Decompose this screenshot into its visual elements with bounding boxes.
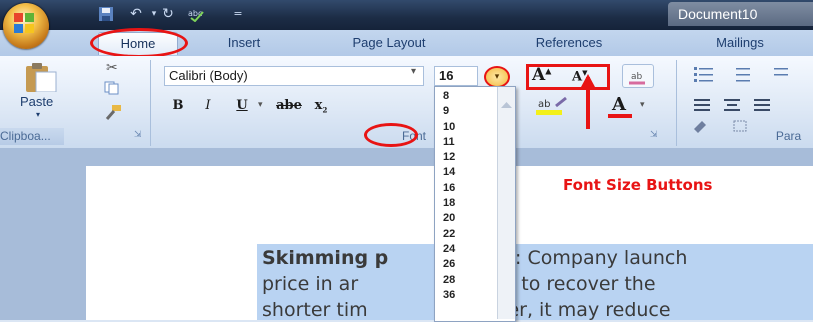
tab-insert[interactable]: Insert xyxy=(214,32,274,54)
document-line-1[interactable]: Skimming p xyxy=(262,246,388,270)
paste-dropdown-icon[interactable]: ▾ xyxy=(36,110,40,119)
font-label-annotation-oval xyxy=(364,123,418,147)
tab-mailings[interactable]: Mailings xyxy=(698,32,782,54)
alignment-buttons[interactable] xyxy=(690,96,810,116)
svg-text:ab: ab xyxy=(631,72,643,82)
font-size-option[interactable]: 24 xyxy=(435,242,495,257)
bold-button[interactable]: B xyxy=(168,96,188,116)
font-size-option[interactable]: 28 xyxy=(435,273,495,288)
save-icon[interactable] xyxy=(98,6,114,22)
font-size-option[interactable]: 11 xyxy=(435,135,495,150)
group-separator xyxy=(676,60,677,146)
font-size-options: 8 9 10 11 12 14 16 18 20 22 24 26 28 36 xyxy=(435,89,495,303)
font-size-buttons-annotation: Font Size Buttons xyxy=(563,176,713,194)
font-color-swatch xyxy=(608,114,632,118)
tab-page-layout[interactable]: Page Layout xyxy=(332,32,446,54)
font-size-option[interactable]: 12 xyxy=(435,150,495,165)
scissors-icon[interactable]: ✂ xyxy=(106,60,118,76)
font-size-option[interactable]: 9 xyxy=(435,104,495,119)
svg-text:abc: abc xyxy=(188,9,202,18)
strikethrough-button[interactable]: abe xyxy=(272,96,306,116)
font-dialog-launcher-icon[interactable]: ⇲ xyxy=(650,130,658,140)
document-line-3-end[interactable]: ter, it may reduce xyxy=(500,298,671,322)
font-size-option[interactable]: 36 xyxy=(435,288,495,303)
dropdown-scrollbar[interactable] xyxy=(497,87,515,319)
font-name-value: Calibri (Body) xyxy=(169,68,248,83)
underline-dropdown-icon[interactable]: ▾ xyxy=(258,100,263,110)
font-size-option[interactable]: 20 xyxy=(435,211,495,226)
paragraph-group-label: Para xyxy=(775,129,802,143)
font-size-dropdown-button[interactable]: ▾ xyxy=(484,66,510,88)
font-size-option[interactable]: 14 xyxy=(435,165,495,180)
tab-references[interactable]: References xyxy=(516,32,622,54)
font-name-dropdown-icon[interactable]: ▾ xyxy=(411,66,416,77)
clipboard-group-label: Clipboa... xyxy=(0,128,64,145)
customize-qat-icon[interactable]: = xyxy=(230,6,246,22)
document-line-3[interactable]: shorter tim xyxy=(262,298,368,322)
document-line-2-end[interactable]: rt to recover the xyxy=(500,272,656,296)
font-size-option[interactable]: 22 xyxy=(435,227,495,242)
redo-icon[interactable]: ↻ xyxy=(160,6,176,22)
font-size-option[interactable]: 10 xyxy=(435,120,495,135)
highlight-button[interactable]: ab xyxy=(536,96,572,116)
svg-text:ab: ab xyxy=(538,99,550,110)
font-size-option[interactable]: 26 xyxy=(435,257,495,272)
document-line-2[interactable]: price in ar xyxy=(262,272,358,296)
group-separator xyxy=(150,60,151,146)
copy-icon[interactable] xyxy=(104,80,120,95)
document-line-1-end[interactable]: g: Company launch xyxy=(503,246,687,270)
undo-icon[interactable]: ↶ xyxy=(128,6,144,22)
clear-formatting-icon: ab xyxy=(629,72,645,85)
clear-formatting-button[interactable]: ab xyxy=(622,64,654,88)
scroll-up-icon[interactable] xyxy=(501,93,512,108)
doc-bold-text: Skimming p xyxy=(262,247,389,269)
grow-font-label: A xyxy=(532,65,546,85)
font-color-label: A xyxy=(612,94,626,115)
font-size-combo[interactable]: 16 xyxy=(434,66,478,86)
clipboard-dialog-launcher-icon[interactable]: ⇲ xyxy=(134,130,142,140)
list-buttons[interactable] xyxy=(690,64,810,84)
font-color-button[interactable]: A xyxy=(612,94,626,115)
office-logo-icon xyxy=(14,13,34,33)
annotation-arrow xyxy=(580,73,596,129)
font-size-option[interactable]: 8 xyxy=(435,89,495,104)
paste-button[interactable]: Paste xyxy=(20,94,53,109)
font-size-dropdown-list[interactable]: 8 9 10 11 12 14 16 18 20 22 24 26 28 36 xyxy=(434,86,516,322)
home-tab-annotation-oval xyxy=(90,28,188,58)
font-size-option[interactable]: 16 xyxy=(435,181,495,196)
italic-button[interactable]: I xyxy=(198,96,218,116)
spelling-icon[interactable]: abc xyxy=(188,6,204,23)
document-title: Document10 xyxy=(668,2,813,26)
grow-font-button[interactable]: A▲ xyxy=(532,65,551,85)
font-size-option[interactable]: 18 xyxy=(435,196,495,211)
font-name-combo[interactable]: Calibri (Body) xyxy=(164,66,424,86)
chevron-down-icon: ▾ xyxy=(494,72,500,82)
paste-icon[interactable] xyxy=(22,62,62,93)
subscript-button[interactable]: x2 xyxy=(312,96,330,116)
font-color-dropdown-icon[interactable]: ▾ xyxy=(640,100,645,110)
underline-button[interactable]: U xyxy=(232,96,252,116)
format-painter-icon[interactable] xyxy=(104,104,122,120)
font-size-value: 16 xyxy=(439,68,454,83)
